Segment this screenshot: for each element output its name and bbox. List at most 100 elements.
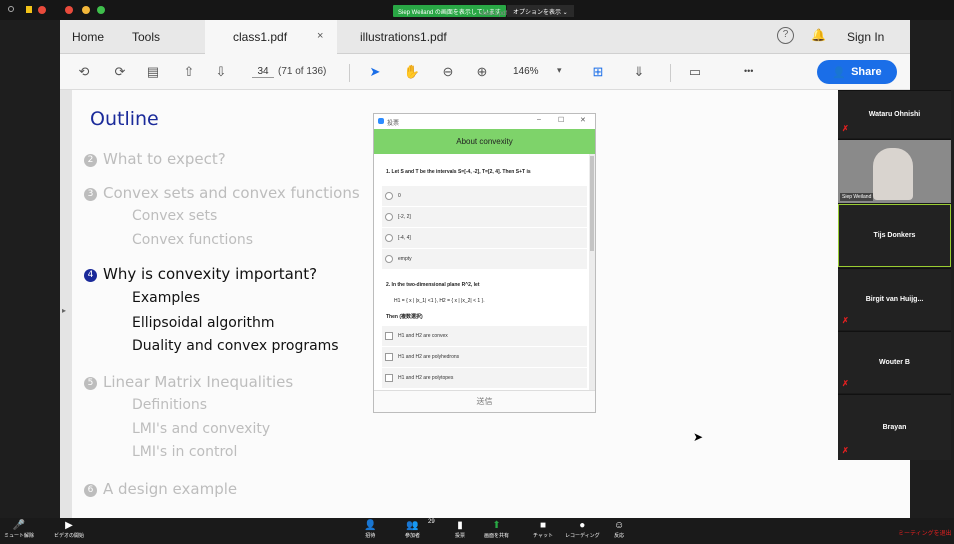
radio-button[interactable]	[385, 234, 393, 242]
participant-tile[interactable]: Birgit van Huijg... ✗	[838, 268, 951, 330]
participant-tile[interactable]: Brayan ✗	[838, 394, 951, 460]
previous-page-icon[interactable]: ⇧	[179, 62, 199, 82]
poll-option[interactable]: H1 and H2 are polyhedrons	[382, 347, 587, 367]
dialog-titlebar: 投票 – ☐ ✕	[374, 114, 595, 129]
radio-button[interactable]	[385, 213, 393, 221]
zoom-in-icon[interactable]: ⊕	[472, 62, 492, 82]
page-number-input[interactable]: 34	[252, 66, 274, 78]
outline-subsection[interactable]: Convex sets	[132, 208, 217, 224]
question-2-sets: H1 = { x | |x_1| <1 }, H2 = { x | |x_2| …	[394, 298, 485, 304]
scrollbar-thumb[interactable]	[590, 156, 594, 251]
outline-section-active[interactable]: 4 Why is convexity important?	[84, 265, 317, 283]
outline-subsection[interactable]: LMI's and convexity	[132, 421, 270, 437]
outline-subsection[interactable]: Definitions	[132, 397, 207, 413]
comment-icon[interactable]: ▭	[685, 62, 705, 82]
muted-mic-icon: ✗	[842, 316, 849, 325]
unmute-button[interactable]: 🎤 ミュート解除	[4, 520, 34, 539]
outline-subsection[interactable]: Ellipsoidal algorithm	[132, 315, 275, 331]
zoom-level-select[interactable]: 146%	[513, 66, 539, 77]
next-page-icon[interactable]: ⇩	[211, 62, 231, 82]
toolbar-divider	[670, 64, 671, 82]
outline-section[interactable]: 2 What to expect?	[84, 150, 226, 168]
outline-subsection[interactable]: Convex functions	[132, 232, 253, 248]
fit-page-icon[interactable]: ⊞	[587, 62, 609, 82]
window-close-dot[interactable]	[65, 6, 73, 14]
participant-tile[interactable]: Wataru Ohnishi ✗	[838, 90, 951, 138]
left-panel-toggle[interactable]: ▸	[60, 90, 72, 518]
poll-option[interactable]: 0	[382, 186, 587, 206]
zoom-bottom-bar: 🎤 ミュート解除 ▶ ビデオの開始 👤 招待 👥 参加者 29 ▮ 投票 ⬆ 画面を共有 ■…	[0, 518, 954, 544]
checkbox[interactable]	[385, 353, 393, 361]
outline-section[interactable]: 3 Convex sets and convex functions	[84, 184, 360, 202]
help-icon[interactable]: ?	[777, 27, 794, 44]
scroll-mode-icon[interactable]: ⇓	[628, 62, 650, 82]
page-thumbnail-icon[interactable]: ▤	[142, 62, 164, 82]
participant-tile[interactable]: Wouter B ✗	[838, 331, 951, 393]
maximize-icon[interactable]: ☐	[558, 116, 564, 124]
window-minimize-dot[interactable]	[82, 6, 90, 14]
tab-home[interactable]: Home	[72, 20, 104, 54]
participant-video[interactable]: Siep Weiland	[838, 139, 951, 203]
zoom-top-bar: Siep Weiland の画面を表示しています オプションを表示 ⌄ clas…	[0, 0, 954, 20]
expand-panel-icon[interactable]: ▸	[62, 306, 66, 315]
undo-icon[interactable]: ⟲	[74, 62, 94, 82]
info-icon[interactable]	[8, 6, 14, 12]
hand-tool-icon[interactable]: ✋	[402, 62, 422, 82]
acrobat-toolbar: ⟲ ⟳ ▤ ⇧ ⇩ 34 (71 of 136) ➤ ✋ ⊖ ⊕ 146% ▾ …	[60, 54, 910, 90]
record-button[interactable]: ● レコーディング	[565, 520, 600, 539]
poll-option[interactable]: [-4, 4]	[382, 228, 587, 248]
submit-button[interactable]: 送信	[374, 390, 595, 412]
participant-name: Wataru Ohnishi	[868, 111, 921, 118]
poll-option[interactable]: [-2, 2]	[382, 207, 587, 227]
minimize-icon[interactable]: –	[537, 116, 541, 123]
participant-tile-speaking[interactable]: Tijs Donkers	[838, 204, 951, 267]
question-2: 2. In the two-dimensional plane R^2, let	[386, 282, 480, 288]
outline-section[interactable]: 5 Linear Matrix Inequalities	[84, 373, 293, 391]
poll-option[interactable]: H1 and H2 are convex	[382, 326, 587, 346]
tab-class1[interactable]: class1.pdf ×	[205, 20, 337, 54]
share-screen-button[interactable]: ⬆ 画面を共有	[484, 520, 509, 539]
outline-subsection[interactable]: Duality and convex programs	[132, 338, 339, 354]
acrobat-tab-bar: Home Tools class1.pdf × illustrations1.p…	[60, 20, 910, 54]
radio-button[interactable]	[385, 255, 393, 263]
polls-button[interactable]: ▮ 投票	[455, 520, 465, 539]
chat-button[interactable]: ■ チャット	[533, 520, 553, 539]
poll-option[interactable]: empty	[382, 249, 587, 269]
checkbox[interactable]	[385, 374, 393, 382]
view-options-button[interactable]: オプションを表示 ⌄	[507, 5, 574, 17]
participants-button[interactable]: 👥 参加者	[405, 520, 420, 539]
start-video-button[interactable]: ▶ ビデオの開始	[54, 520, 84, 539]
add-user-icon: 👤	[832, 66, 847, 79]
option-label: empty	[398, 256, 412, 262]
page-title: Outline	[90, 108, 159, 130]
radio-button[interactable]	[385, 192, 393, 200]
sign-in-button[interactable]: Sign In	[847, 20, 884, 54]
reactions-button[interactable]: ☺ 反応	[614, 520, 624, 539]
invite-icon: 👤	[364, 520, 377, 531]
bell-icon[interactable]: 🔔	[811, 28, 826, 42]
outline-text: A design example	[103, 480, 238, 498]
tab-illustrations1[interactable]: illustrations1.pdf	[360, 20, 447, 54]
outline-subsection[interactable]: LMI's in control	[132, 444, 237, 460]
select-tool-icon[interactable]: ➤	[365, 62, 385, 82]
outline-subsection[interactable]: Examples	[132, 290, 200, 306]
close-tab-icon[interactable]: ×	[317, 30, 323, 42]
share-screen-icon: ⬆	[492, 520, 501, 531]
window-maximize-dot[interactable]	[97, 6, 105, 14]
zoom-out-icon[interactable]: ⊖	[438, 62, 458, 82]
video-person	[873, 148, 913, 200]
redo-icon[interactable]: ⟳	[110, 62, 130, 82]
checkbox[interactable]	[385, 332, 393, 340]
close-icon[interactable]: ✕	[580, 116, 586, 124]
record-icon	[38, 6, 46, 14]
outline-section[interactable]: 6 A design example	[84, 480, 237, 498]
more-tools-icon[interactable]: •••	[744, 66, 753, 76]
share-screen-label: 画面を共有	[484, 533, 510, 539]
leave-meeting-button[interactable]: ミーティングを退出	[898, 528, 952, 537]
invite-button[interactable]: 👤 招待	[364, 520, 376, 539]
chevron-down-icon[interactable]: ▾	[557, 65, 562, 76]
poll-option[interactable]: H1 and H2 are polytopes	[382, 368, 587, 388]
share-button[interactable]: 👤 Share	[817, 60, 897, 84]
tab-tools[interactable]: Tools	[132, 20, 160, 54]
participants-panel: Wataru Ohnishi ✗ Siep Weiland Tijs Donker…	[838, 90, 951, 460]
